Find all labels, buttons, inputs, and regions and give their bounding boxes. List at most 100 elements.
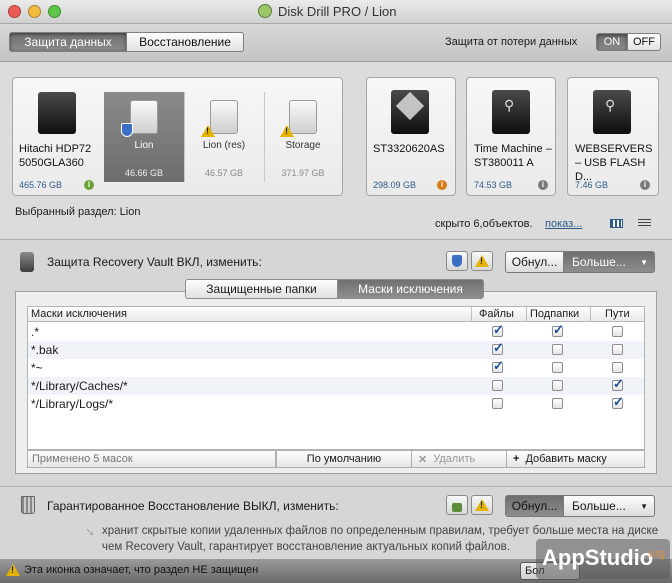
mask-pattern: *.bak xyxy=(31,343,59,357)
app-icon xyxy=(258,4,272,18)
delete-mask-button[interactable]: ✕ Удалить xyxy=(411,450,507,468)
info-green-icon[interactable]: i xyxy=(84,180,94,190)
more-label: Больше... xyxy=(572,255,626,269)
title-bar: Disk Drill PRO / Lion xyxy=(0,0,672,24)
watermark-text: AppStudio xyxy=(542,545,654,570)
mask-pattern: *~ xyxy=(31,361,43,375)
tab-exclusion-masks[interactable]: Маски исключения xyxy=(337,279,484,299)
subfolders-checkbox[interactable] xyxy=(552,322,564,338)
lock-badge[interactable] xyxy=(446,495,468,515)
files-checkbox[interactable] xyxy=(492,322,504,338)
chevron-down-icon: ▼ xyxy=(640,501,648,511)
subfolders-checkbox[interactable] xyxy=(552,380,563,391)
lock-icon xyxy=(452,502,462,512)
add-label: Добавить маску xyxy=(525,453,607,465)
subfolders-checkbox[interactable] xyxy=(552,344,563,355)
chevron-down-icon: ▼ xyxy=(640,257,648,267)
table-row[interactable]: .* xyxy=(28,322,644,341)
list-view-icon[interactable] xyxy=(638,219,651,228)
column-header-paths[interactable]: Пути xyxy=(605,308,630,320)
selected-partition-label: Выбранный раздел: Lion xyxy=(15,206,141,218)
drive-name: Time Machine – ST380011 A xyxy=(474,143,552,169)
usb-symbol-icon: ⚲ xyxy=(605,97,616,113)
legend-text: Эта иконка означает, что раздел НЕ защищ… xyxy=(24,564,259,576)
column-divider xyxy=(590,307,591,322)
paths-checkbox[interactable] xyxy=(612,326,623,337)
mask-pattern: .* xyxy=(31,325,40,339)
paths-checkbox[interactable] xyxy=(612,362,623,373)
column-header-masks[interactable]: Маски исключения xyxy=(31,308,127,320)
vault-reset-button[interactable]: Обнул... xyxy=(505,251,564,273)
table-row[interactable]: *.bak xyxy=(28,340,644,359)
tab-data-protection[interactable]: Защита данных xyxy=(9,32,127,52)
files-checkbox[interactable] xyxy=(492,340,504,356)
partition-label: Lion (res) xyxy=(202,140,246,151)
arrow-icon: ➘ xyxy=(85,525,96,539)
guaranteed-status-text: Гарантированное Восстановление ВЫКЛ xyxy=(47,499,277,513)
icon-view-icon[interactable] xyxy=(610,219,623,228)
vault-more-button[interactable]: Больше... ▼ xyxy=(563,251,655,273)
divider xyxy=(0,486,672,487)
files-checkbox[interactable] xyxy=(492,358,504,374)
add-mask-button[interactable]: + Добавить маску xyxy=(506,450,645,468)
paths-checkbox[interactable] xyxy=(612,344,623,355)
files-checkbox[interactable] xyxy=(492,398,503,409)
guaranteed-reset-button[interactable]: Обнул... xyxy=(505,495,564,517)
zoom-window-button[interactable] xyxy=(48,5,61,18)
column-divider xyxy=(471,307,472,322)
column-header-files[interactable]: Файлы xyxy=(479,308,514,320)
show-hidden-link[interactable]: показ... xyxy=(545,218,582,230)
warning-badge[interactable]: ! xyxy=(471,495,493,515)
guaranteed-title: Гарантированное Восстановление ВЫКЛ, изм… xyxy=(47,499,339,513)
table-row[interactable]: */Library/Caches/* xyxy=(28,376,644,395)
subfolders-checkbox[interactable] xyxy=(552,362,563,373)
files-checkbox[interactable] xyxy=(492,380,503,391)
default-button[interactable]: По умолчанию xyxy=(276,450,412,468)
warning-icon: ! xyxy=(6,564,20,576)
info-gray-icon[interactable]: i xyxy=(640,180,650,190)
vault-drive-icon xyxy=(20,252,34,272)
paths-checkbox[interactable] xyxy=(612,376,624,392)
usb-symbol-icon: ⚲ xyxy=(504,97,515,113)
applied-masks-status: Применено 5 масок xyxy=(27,450,276,468)
hidden-objects-text: скрыто 6,объектов. xyxy=(435,218,533,230)
warning-badge[interactable]: ! xyxy=(471,251,493,271)
partition-size: 371.97 GB xyxy=(281,168,325,178)
partition-label: Lion xyxy=(134,140,154,151)
table-body: .* *.bak *~ */Library/Caches/* */Library/Log… xyxy=(28,322,644,449)
shield-badge[interactable] xyxy=(446,251,468,271)
more-label: Больше... xyxy=(572,499,626,513)
info-gray-icon[interactable]: i xyxy=(538,180,548,190)
drive-size: 465.76 GB xyxy=(19,180,63,190)
hard-drive-icon xyxy=(38,92,76,134)
masks-table: Маски исключения Файлы Подпапки Пути .* *… xyxy=(27,306,645,450)
toggle-on-button[interactable]: ON xyxy=(596,33,628,51)
drive-size: 74.53 GB xyxy=(474,180,513,190)
delete-label: Удалить xyxy=(433,453,476,465)
table-row[interactable]: *~ xyxy=(28,358,644,377)
warning-icon: ! xyxy=(280,125,294,137)
toolbar: Защита данных Восстановление Защита от п… xyxy=(0,24,672,62)
applied-masks-text: Применено 5 масок xyxy=(32,453,133,465)
guaranteed-more-button[interactable]: Больше... ▼ xyxy=(563,495,655,517)
table-row[interactable]: */Library/Logs/* xyxy=(28,394,644,413)
volume-icon xyxy=(130,100,158,134)
warning-icon: ! xyxy=(475,255,489,267)
plus-icon: + xyxy=(513,453,520,465)
toggle-off-button[interactable]: OFF xyxy=(627,33,661,51)
paths-checkbox[interactable] xyxy=(612,394,624,410)
tab-protected-folders[interactable]: Защищенные папки xyxy=(185,279,338,299)
minimize-window-button[interactable] xyxy=(28,5,41,18)
partition-size: 46.66 GB xyxy=(124,168,164,178)
shield-icon xyxy=(121,123,133,137)
warning-icon: ! xyxy=(475,499,489,511)
drive-size: 7.46 GB xyxy=(575,180,609,190)
mask-pattern: */Library/Logs/* xyxy=(31,397,114,411)
subfolders-checkbox[interactable] xyxy=(552,398,563,409)
table-header: Маски исключения Файлы Подпапки Пути xyxy=(28,307,644,322)
close-window-button[interactable] xyxy=(8,5,21,18)
info-orange-icon[interactable]: i xyxy=(437,180,447,190)
mask-pattern: */Library/Caches/* xyxy=(31,379,128,393)
column-header-subfolders[interactable]: Подпапки xyxy=(530,308,579,320)
tab-recovery[interactable]: Восстановление xyxy=(126,32,244,52)
